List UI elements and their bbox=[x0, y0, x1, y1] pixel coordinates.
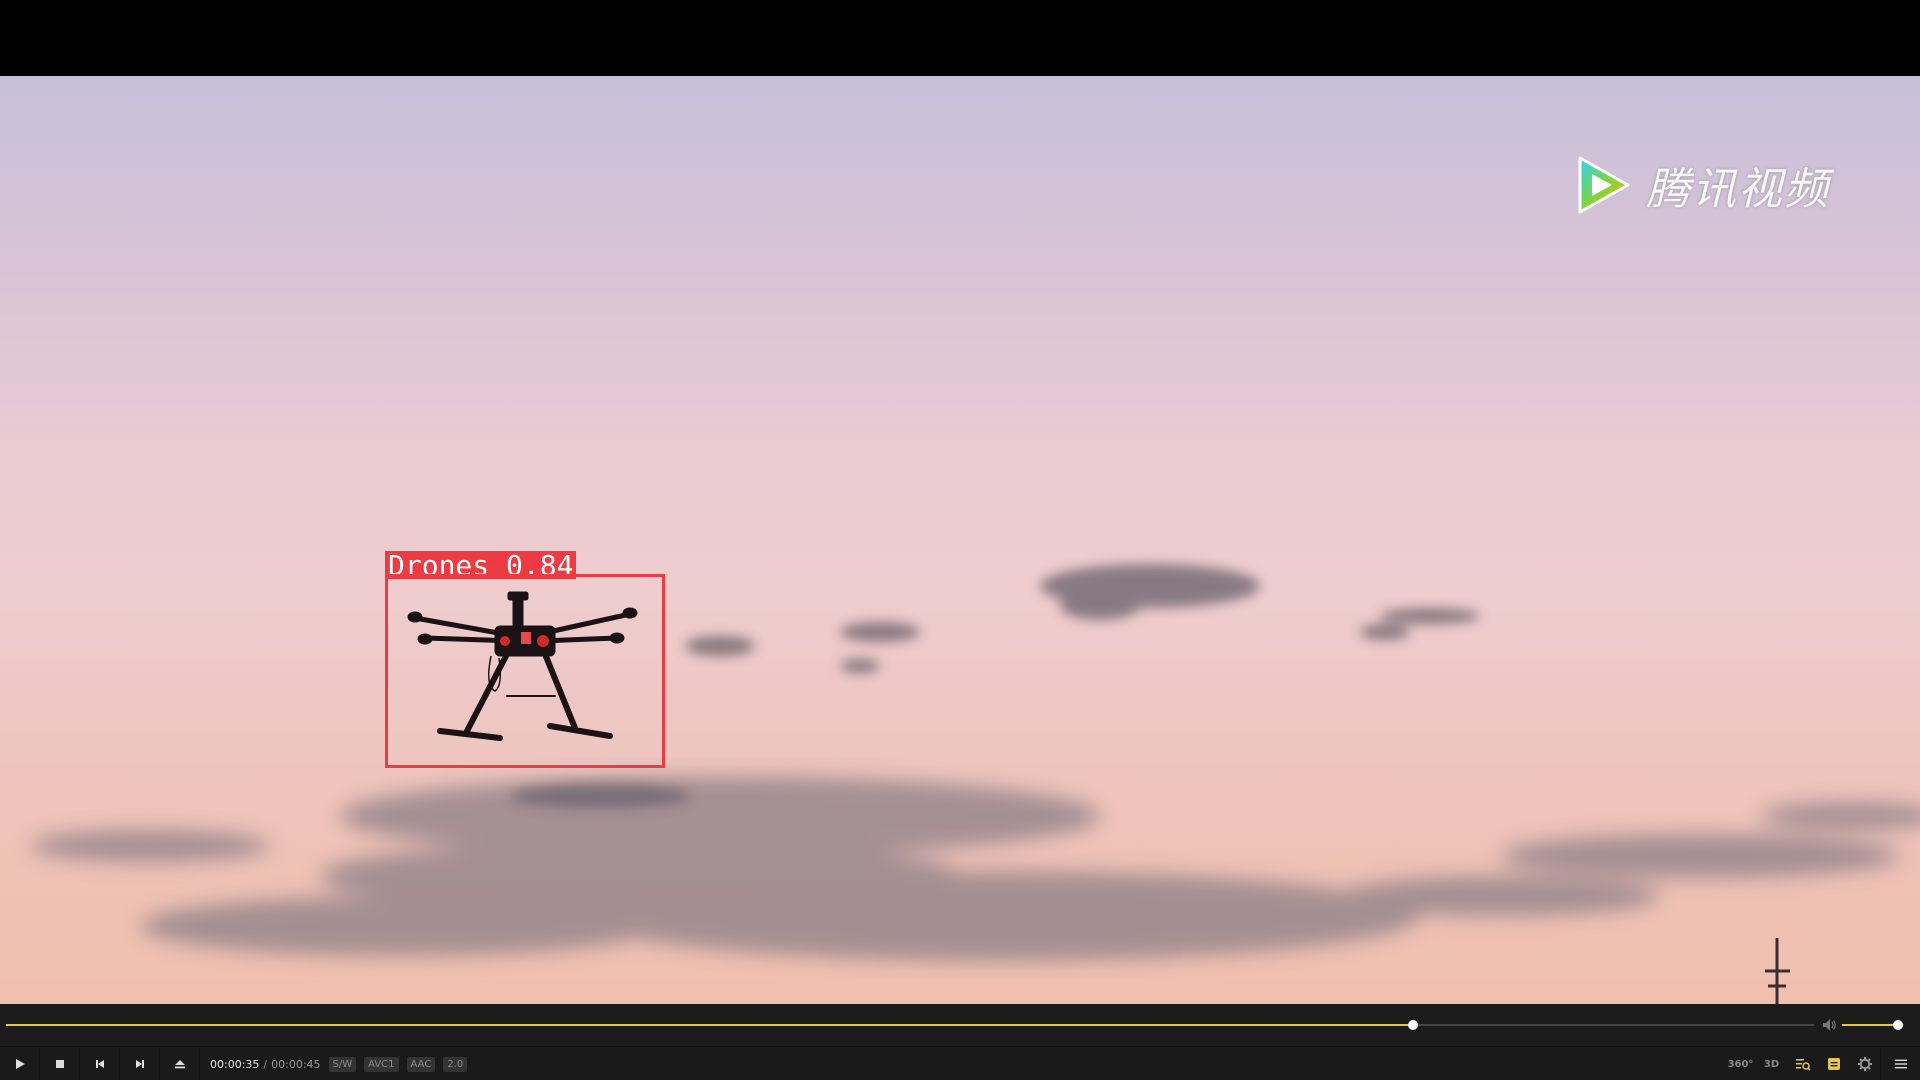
stop-icon bbox=[55, 1060, 64, 1068]
audio-codec-tag: AAC bbox=[406, 1056, 436, 1072]
playlist-search-button[interactable] bbox=[1787, 1047, 1818, 1080]
volume-icon[interactable] bbox=[1820, 1016, 1838, 1034]
time-display: 00:00:35 / 00:00:45 S/W AVC1 AAC 2.0 bbox=[210, 1056, 468, 1072]
seek-bar-fill bbox=[6, 1024, 1413, 1026]
seek-bar-thumb[interactable] bbox=[1407, 1020, 1418, 1030]
tencent-video-play-logo-icon bbox=[1578, 156, 1630, 214]
next-button[interactable] bbox=[120, 1047, 160, 1080]
control-bar: 00:00:35 / 00:00:45 S/W AVC1 AAC 2.0 360… bbox=[0, 1046, 1920, 1080]
hamburger-menu-icon bbox=[1894, 1059, 1907, 1069]
subtitle-button[interactable] bbox=[1818, 1047, 1849, 1080]
detection-bounding-box bbox=[385, 574, 665, 768]
play-icon bbox=[15, 1059, 25, 1069]
volume-slider[interactable] bbox=[1842, 1020, 1904, 1030]
antenna-silhouette bbox=[1765, 938, 1790, 1004]
play-button[interactable] bbox=[0, 1047, 40, 1080]
video-codec-tag: AVC1 bbox=[364, 1056, 399, 1072]
top-black-bar bbox=[0, 0, 1920, 76]
volume-slider-thumb[interactable] bbox=[1892, 1020, 1903, 1030]
eject-button[interactable] bbox=[160, 1047, 200, 1080]
progress-row bbox=[0, 1004, 1920, 1046]
stop-button[interactable] bbox=[40, 1047, 80, 1080]
seek-bar[interactable] bbox=[6, 1020, 1814, 1030]
gear-icon bbox=[1857, 1057, 1872, 1071]
watermark: 腾讯视频 bbox=[1570, 150, 1870, 220]
skip-previous-icon bbox=[95, 1060, 104, 1068]
watermark-text: 腾讯视频 bbox=[1646, 164, 1830, 215]
right-controls: 360° 3D bbox=[1725, 1047, 1920, 1080]
time-separator: / bbox=[263, 1057, 268, 1071]
volume-slider-fill bbox=[1842, 1024, 1898, 1026]
skip-next-icon bbox=[135, 1060, 144, 1068]
previous-button[interactable] bbox=[80, 1047, 120, 1080]
subtitle-icon bbox=[1827, 1058, 1840, 1070]
decoder-tag[interactable]: S/W bbox=[328, 1056, 357, 1072]
menu-button[interactable] bbox=[1880, 1047, 1920, 1080]
eject-icon bbox=[174, 1060, 185, 1069]
vr-360-label: 360° bbox=[1727, 1058, 1754, 1070]
3d-label: 3D bbox=[1763, 1058, 1780, 1070]
video-frame[interactable]: 腾讯视频 Drones 0.84 bbox=[0, 76, 1920, 1004]
current-time: 00:00:35 bbox=[210, 1057, 260, 1071]
vr-360-button[interactable]: 360° bbox=[1725, 1047, 1756, 1080]
settings-button[interactable] bbox=[1849, 1047, 1880, 1080]
total-time: 00:00:45 bbox=[271, 1057, 321, 1071]
playlist-search-icon bbox=[1795, 1059, 1811, 1071]
3d-button[interactable]: 3D bbox=[1756, 1047, 1787, 1080]
audio-channels-tag: 2.0 bbox=[443, 1056, 468, 1072]
media-player: 腾讯视频 Drones 0.84 00:00:35 / 00:00:45 S/W… bbox=[0, 0, 1920, 1080]
